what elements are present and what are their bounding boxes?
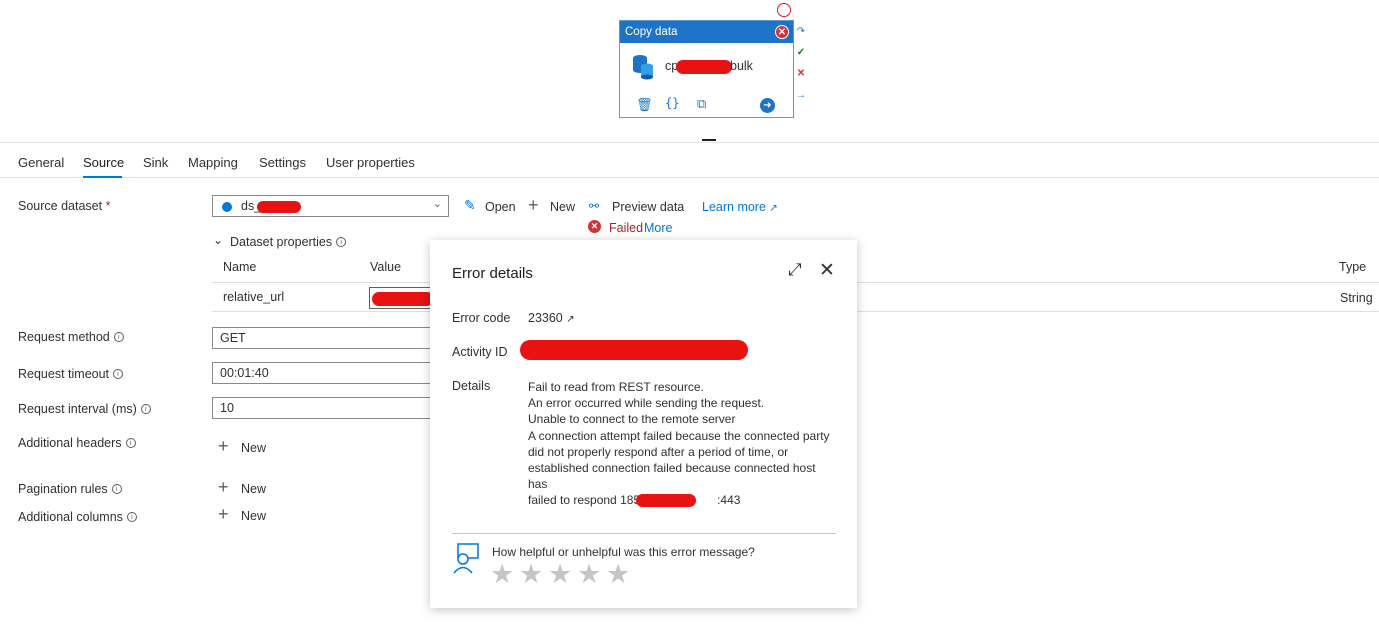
column-header-type: Type (1339, 260, 1367, 274)
details-line: failed to respond 185:443 (528, 493, 741, 508)
tab-source[interactable]: Source (83, 155, 124, 170)
expand-icon[interactable]: ⤢ (788, 260, 802, 280)
error-code-link[interactable]: 23360 ↗ (528, 311, 575, 325)
new-dataset-button[interactable]: New (550, 200, 575, 214)
info-icon: i (113, 332, 124, 342)
request-interval-input[interactable]: 10 (212, 397, 437, 419)
activity-error-icon[interactable]: ✕ (775, 25, 789, 39)
tab-mapping[interactable]: Mapping (188, 155, 238, 170)
details-label: Details (452, 379, 491, 393)
add-icon[interactable]: + (218, 437, 229, 455)
info-icon: i (125, 438, 136, 448)
copy-data-icon (633, 55, 653, 80)
close-icon[interactable]: ✕ (819, 259, 835, 282)
error-details-panel: Error details ⤢ ✕ Error code 23360 ↗ Act… (430, 240, 857, 608)
copy-data-activity[interactable]: Copy data ✕ cp bulk 🗑 {} ⧉ ➜ (619, 20, 794, 118)
add-icon[interactable]: + (528, 196, 539, 214)
delete-icon[interactable]: 🗑 (636, 97, 653, 113)
preview-data-button[interactable]: Preview data (612, 200, 684, 214)
redaction (520, 340, 748, 360)
redo-icon[interactable]: ↷ (795, 26, 807, 38)
open-button[interactable]: Open (485, 200, 516, 214)
more-link[interactable]: More (644, 221, 672, 235)
tab-settings[interactable]: Settings (259, 155, 306, 170)
divider (452, 533, 836, 534)
add-icon[interactable]: + (218, 478, 229, 496)
source-dataset-select[interactable]: ds_ ⌄ (212, 195, 449, 217)
splitter-handle[interactable] (702, 139, 716, 141)
additional-headers-label: Additional headers i (18, 436, 136, 450)
details-line: A connection attempt failed because the … (528, 428, 830, 443)
request-timeout-label: Request timeout i (18, 367, 124, 381)
chevron-down-icon[interactable]: ⌄ (213, 233, 223, 247)
column-header-name: Name (223, 260, 257, 274)
pagination-rules-label: Pagination rules i (18, 482, 122, 496)
rating-star-1[interactable]: ★ (490, 561, 514, 588)
learn-more-link[interactable]: Learn more ↗ (702, 200, 778, 214)
tab-sink[interactable]: Sink (143, 155, 168, 170)
error-details-text: Fail to read from REST resource. An erro… (528, 379, 838, 509)
rating-star-2[interactable]: ★ (519, 561, 543, 588)
activity-name-suffix: bulk (730, 59, 753, 73)
info-icon: i (111, 484, 122, 494)
external-link-icon: ↗ (769, 203, 778, 214)
failed-status: Failed (609, 221, 644, 235)
tab-general[interactable]: General (18, 155, 64, 170)
redaction (676, 60, 732, 74)
redaction (257, 201, 301, 213)
property-tabs: General Source Sink Mapping Settings Use… (0, 142, 1379, 178)
row-type-cell: String (1340, 291, 1373, 305)
rating-star-5[interactable]: ★ (606, 561, 630, 588)
chevron-down-icon: ⌄ (432, 198, 442, 210)
add-pagination-rule-button[interactable]: New (241, 482, 266, 496)
tab-user-properties[interactable]: User properties (326, 155, 415, 170)
dataset-icon (222, 202, 232, 212)
error-code-label: Error code (452, 311, 511, 325)
add-header-button[interactable]: New (241, 441, 266, 455)
go-icon[interactable]: ➜ (760, 98, 775, 113)
preview-icon[interactable]: ⚯ (589, 199, 599, 213)
code-icon[interactable]: {} (665, 96, 679, 110)
error-details-title: Error details (452, 265, 533, 282)
info-icon: i (126, 512, 137, 522)
dataset-properties-header[interactable]: Dataset properties i (230, 235, 347, 249)
external-link-icon: ↗ (566, 314, 575, 325)
copy-icon[interactable]: ⧉ (697, 96, 706, 112)
add-icon[interactable]: + (218, 505, 229, 523)
failed-icon: ✕ (588, 220, 601, 233)
success-icon[interactable]: ✓ (795, 47, 807, 59)
redaction (636, 494, 696, 508)
details-line: An error occurred while sending the requ… (528, 396, 765, 411)
info-icon: i (113, 369, 124, 379)
edit-icon[interactable]: ✎ (464, 197, 476, 214)
rating-star-4[interactable]: ★ (577, 561, 601, 588)
row-name-cell: relative_url (223, 290, 285, 304)
details-line: established connection failed because co… (528, 461, 816, 492)
details-line: Unable to connect to the remote server (528, 412, 736, 427)
status-indicator-icon (777, 3, 791, 17)
details-line: Fail to read from REST resource. (528, 380, 704, 394)
redaction (372, 292, 434, 306)
add-column-button[interactable]: New (241, 509, 266, 523)
activity-id-label: Activity ID (452, 345, 508, 359)
feedback-icon (453, 543, 479, 574)
active-tab-indicator (83, 176, 122, 178)
info-icon: i (140, 404, 151, 414)
request-timeout-input[interactable]: 00:01:40 (212, 362, 437, 384)
request-interval-label: Request interval (ms) i (18, 402, 151, 416)
info-icon: i (336, 237, 347, 247)
activity-type-label: Copy data (625, 26, 678, 38)
request-method-label: Request method i (18, 330, 124, 344)
completion-icon[interactable]: → (795, 90, 807, 102)
activity-header: Copy data ✕ (620, 21, 793, 43)
rating-star-3[interactable]: ★ (548, 561, 572, 588)
details-line: did not properly respond after a period … (528, 444, 789, 459)
fail-icon[interactable]: ✕ (795, 68, 807, 80)
request-method-select[interactable]: GET (212, 327, 437, 349)
source-dataset-label: Source dataset * (18, 199, 111, 213)
additional-columns-label: Additional columns i (18, 510, 137, 524)
column-header-value: Value (370, 260, 402, 274)
feedback-question: How helpful or unhelpful was this error … (492, 545, 755, 559)
